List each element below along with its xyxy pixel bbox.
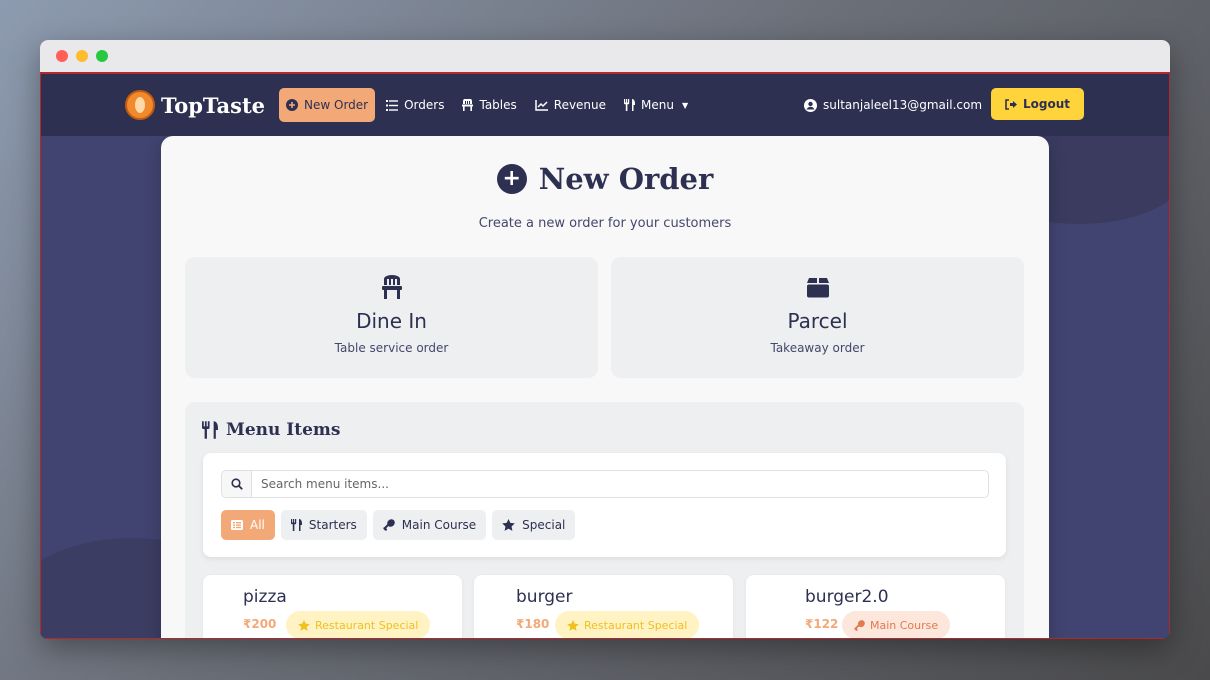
menu-items-section: Menu Items All [185, 402, 1024, 638]
plus-circle-icon: + [496, 164, 527, 194]
new-order-card: + New Order Create a new order for your … [161, 136, 1049, 638]
nav-item-orders[interactable]: Orders [379, 88, 451, 122]
utensils-icon [624, 99, 636, 111]
order-type-parcel[interactable]: Parcel Takeaway order [611, 257, 1024, 378]
list-icon [231, 520, 243, 530]
nav-item-label: Orders [404, 98, 445, 112]
menu-section-heading: Menu Items [202, 420, 340, 440]
menu-item-badge: Restaurant Special [555, 611, 700, 638]
utensils-icon [202, 421, 218, 439]
menu-item-card[interactable]: burger2.0 ₹122 Main Course [746, 575, 1005, 638]
brand-name: TopTaste [161, 92, 266, 118]
badge-label: Restaurant Special [315, 618, 419, 632]
filter-special[interactable]: Special [492, 510, 576, 540]
nav-item-revenue[interactable]: Revenue [528, 88, 613, 122]
page-title-row: + New Order [161, 162, 1049, 196]
close-window-button[interactable] [56, 50, 68, 62]
menu-filter-panel: All Starters Main Course Special [203, 453, 1006, 557]
menu-search-input[interactable] [252, 471, 988, 497]
chair-icon [462, 99, 474, 111]
search-icon[interactable] [222, 471, 252, 497]
nav-item-label: Menu [641, 98, 674, 112]
menu-item-badge: Restaurant Special [286, 611, 431, 638]
filter-label: Main Course [401, 518, 477, 532]
nav-item-label: Revenue [553, 98, 607, 112]
star-icon [502, 519, 515, 531]
user-email: sultanjaleel13@gmail.com [823, 98, 983, 112]
star-icon [567, 619, 579, 631]
filter-all[interactable]: All [221, 510, 275, 540]
chevron-down-icon: ▼ [681, 100, 689, 110]
maximize-window-button[interactable] [96, 50, 108, 62]
menu-item-name: pizza [243, 587, 287, 607]
menu-item-card[interactable]: burger ₹180 Restaurant Special [474, 575, 733, 638]
browser-window: TopTaste New Order Orders Tables Revenue… [40, 40, 1170, 639]
filter-label: Special [522, 518, 566, 532]
nav-item-tables[interactable]: Tables [455, 88, 523, 122]
line-chart-icon [535, 99, 548, 111]
menu-item-price: ₹122 [805, 617, 839, 631]
order-type-title: Dine In [356, 309, 427, 333]
logout-label: Logout [1022, 97, 1070, 111]
order-type-subtitle: Takeaway order [770, 341, 865, 355]
menu-item-card[interactable]: pizza ₹200 Restaurant Special [203, 575, 462, 638]
menu-item-name: burger2.0 [805, 587, 889, 607]
logout-icon [1005, 98, 1017, 110]
brand-logo-icon [125, 90, 155, 120]
logout-button[interactable]: Logout [991, 88, 1084, 120]
chair-icon [381, 275, 402, 299]
filter-starters[interactable]: Starters [280, 510, 367, 540]
order-type-subtitle: Table service order [334, 341, 449, 355]
brand[interactable]: TopTaste [125, 90, 265, 120]
badge-label: Main Course [870, 618, 939, 632]
nav-item-label: New Order [304, 98, 369, 112]
user-circle-icon [804, 98, 817, 112]
box-icon [806, 278, 829, 298]
menu-section-title: Menu Items [226, 420, 341, 440]
page-title: New Order [538, 162, 714, 196]
window-titlebar [40, 40, 1170, 72]
plus-circle-icon [286, 99, 299, 111]
badge-label: Restaurant Special [584, 618, 688, 632]
menu-search-box [221, 470, 989, 498]
nav-item-new-order[interactable]: New Order [279, 88, 376, 122]
drumstick-icon [854, 619, 865, 631]
nav-item-menu-dropdown[interactable]: Menu ▼ [617, 88, 695, 122]
order-type-dine-in[interactable]: Dine In Table service order [185, 257, 598, 378]
page-subtitle: Create a new order for your customers [478, 216, 732, 231]
nav-item-label: Tables [479, 98, 517, 112]
star-icon [298, 619, 310, 631]
filter-label: All [250, 518, 265, 532]
utensils-icon [290, 519, 302, 531]
minimize-window-button[interactable] [76, 50, 88, 62]
menu-item-price: ₹200 [243, 617, 277, 631]
category-filters: All Starters Main Course Special [221, 510, 576, 540]
filter-label: Starters [308, 518, 357, 532]
filter-main-course[interactable]: Main Course [372, 510, 487, 540]
top-navbar: TopTaste New Order Orders Tables Revenue… [41, 74, 1169, 136]
list-icon [386, 99, 399, 111]
drumstick-icon [383, 519, 395, 531]
page-viewport: TopTaste New Order Orders Tables Revenue… [40, 72, 1170, 639]
menu-item-name: burger [516, 587, 573, 607]
user-account[interactable]: sultanjaleel13@gmail.com [804, 74, 982, 136]
order-type-title: Parcel [787, 309, 848, 333]
menu-item-price: ₹180 [516, 617, 550, 631]
menu-item-badge: Main Course [842, 611, 951, 638]
